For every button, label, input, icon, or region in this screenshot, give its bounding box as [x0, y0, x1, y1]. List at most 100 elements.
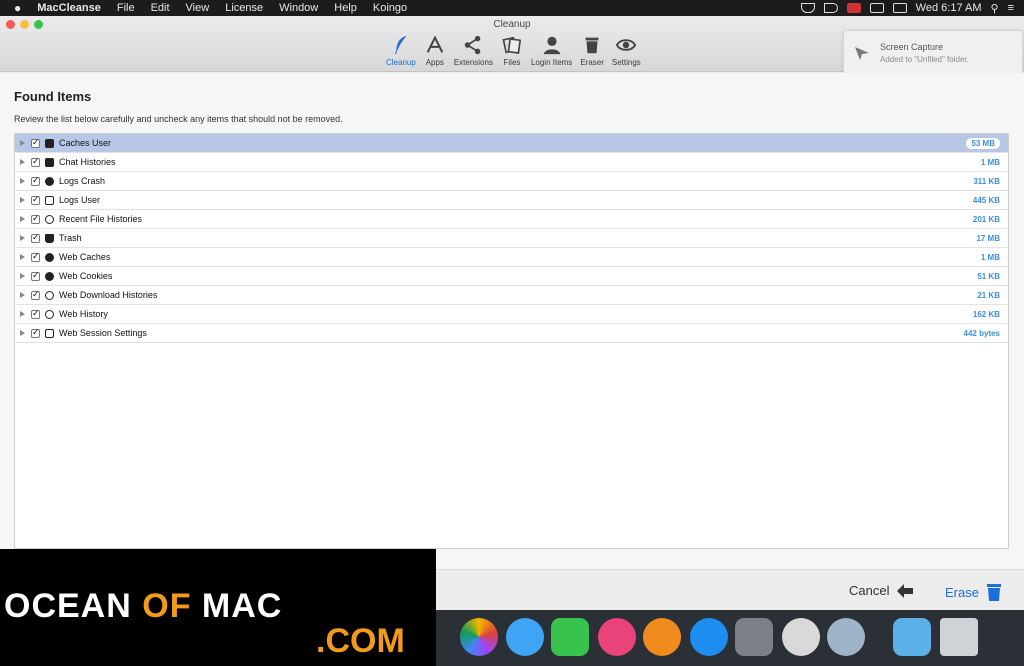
volume-icon[interactable]: [823, 3, 838, 13]
item-size: 17 MB: [976, 233, 1000, 243]
toolbar-files[interactable]: Files: [499, 34, 525, 67]
toolbar-settings[interactable]: Settings: [610, 34, 643, 67]
dock-facetime-icon[interactable]: [551, 618, 589, 656]
eye-icon: [616, 39, 637, 51]
item-checkbox[interactable]: [31, 289, 40, 300]
list-item[interactable]: Logs Crash 311 KB: [15, 172, 1008, 191]
item-name: Chat Histories: [59, 157, 116, 167]
app-window: Cleanup Cleanup Apps Extensions Files Lo…: [0, 16, 1024, 610]
menu-help[interactable]: Help: [326, 2, 365, 14]
disclosure-triangle-icon[interactable]: [20, 159, 25, 165]
disclosure-triangle-icon[interactable]: [20, 178, 25, 184]
flag-icon[interactable]: [846, 3, 861, 13]
disclosure-triangle-icon[interactable]: [20, 197, 25, 203]
toolbar-settings-label: Settings: [611, 58, 641, 67]
menu-app-name[interactable]: MacCleanse: [29, 2, 109, 14]
toolbar-login-items[interactable]: Login Items: [529, 34, 574, 67]
toolbar-files-label: Files: [503, 58, 521, 67]
list-item[interactable]: Recent File Histories 201 KB: [15, 210, 1008, 229]
watermark-line-1: OCEAN OF MAC: [4, 587, 283, 625]
battery-icon[interactable]: [892, 3, 907, 13]
item-name: Caches User: [59, 138, 112, 148]
item-checkbox[interactable]: [31, 327, 40, 338]
toolbar-cleanup-label: Cleanup: [386, 58, 416, 67]
list-item[interactable]: Web Session Settings 442 bytes: [15, 324, 1008, 343]
apple-menu-icon[interactable]: ●: [0, 1, 29, 15]
item-checkbox[interactable]: [31, 156, 40, 167]
toolbar-cleanup[interactable]: Cleanup: [384, 34, 418, 67]
item-name: Web Download Histories: [59, 290, 158, 300]
item-checkbox[interactable]: [31, 213, 40, 224]
item-checkbox[interactable]: [31, 175, 40, 186]
disclosure-triangle-icon[interactable]: [20, 292, 25, 298]
list-item[interactable]: Web History 162 KB: [15, 305, 1008, 324]
info-icon: [45, 271, 54, 281]
item-size: 21 KB: [977, 290, 1000, 300]
item-size: 162 KB: [972, 309, 1000, 319]
item-checkbox[interactable]: [31, 194, 40, 205]
dock-automator-icon[interactable]: [827, 618, 865, 656]
disclosure-triangle-icon[interactable]: [20, 330, 25, 336]
item-name: Web Cookies: [59, 271, 113, 281]
dock-ibooks-icon[interactable]: [643, 618, 681, 656]
erase-button[interactable]: Erase: [945, 583, 1001, 601]
item-size: 445 KB: [972, 195, 1000, 205]
disclosure-triangle-icon[interactable]: [20, 273, 25, 279]
trash-icon: [986, 584, 1001, 601]
menu-license[interactable]: License: [217, 2, 271, 14]
item-checkbox[interactable]: [31, 232, 40, 243]
spotlight-icon[interactable]: ⚲: [991, 2, 999, 15]
dock-trash-icon[interactable]: [940, 618, 978, 656]
dock-app-store-icon[interactable]: [690, 618, 728, 656]
bug-icon: [45, 176, 54, 186]
dock-maccleanse-icon[interactable]: [782, 618, 820, 656]
toolbar-eraser[interactable]: Eraser: [578, 34, 606, 67]
list-item[interactable]: Logs User 445 KB: [15, 191, 1008, 210]
disclosure-triangle-icon[interactable]: [20, 140, 25, 146]
dock-itunes-icon[interactable]: [598, 618, 636, 656]
disclosure-triangle-icon[interactable]: [20, 216, 25, 222]
list-item[interactable]: Web Cookies 51 KB: [15, 267, 1008, 286]
disclosure-triangle-icon[interactable]: [20, 254, 25, 260]
toolbar-apps[interactable]: Apps: [422, 34, 448, 67]
item-checkbox[interactable]: [31, 270, 40, 281]
list-item[interactable]: Caches User 53 MB: [15, 134, 1008, 153]
item-size: 201 KB: [972, 214, 1000, 224]
airplay-icon[interactable]: [869, 3, 884, 13]
item-checkbox[interactable]: [31, 251, 40, 262]
clock-text[interactable]: Wed 6:17 AM: [916, 2, 982, 14]
item-size: 1 MB: [980, 157, 1000, 167]
item-size: 53 MB: [966, 137, 1000, 149]
toolbar-login-items-label: Login Items: [530, 58, 573, 67]
menu-window[interactable]: Window: [271, 2, 326, 14]
files-icon: [502, 36, 522, 54]
toolbar-extensions[interactable]: Extensions: [452, 34, 495, 67]
screen-capture-notification[interactable]: Screen Capture Added to "Unfiled" folder…: [843, 30, 1023, 76]
chat-icon: [45, 157, 54, 167]
dock-photos-icon[interactable]: [460, 618, 498, 656]
disclosure-triangle-icon[interactable]: [20, 311, 25, 317]
menu-koingo[interactable]: Koingo: [365, 2, 415, 14]
history-icon: [45, 214, 54, 224]
item-name: Trash: [59, 233, 82, 243]
list-item[interactable]: Web Caches 1 MB: [15, 248, 1008, 267]
item-name: Web Caches: [59, 252, 111, 262]
notification-center-icon[interactable]: ≡: [1008, 2, 1014, 14]
dock-downloads-icon[interactable]: [893, 618, 931, 656]
cancel-button[interactable]: Cancel: [849, 583, 914, 598]
menu-file[interactable]: File: [109, 2, 143, 14]
dock-messages-icon[interactable]: [506, 618, 544, 656]
item-checkbox[interactable]: [31, 137, 40, 148]
list-item[interactable]: Chat Histories 1 MB: [15, 153, 1008, 172]
menu-edit[interactable]: Edit: [143, 2, 178, 14]
list-item[interactable]: Web Download Histories 21 KB: [15, 286, 1008, 305]
disclosure-triangle-icon[interactable]: [20, 235, 25, 241]
item-name: Logs Crash: [59, 176, 106, 186]
item-checkbox[interactable]: [31, 308, 40, 319]
session-icon: [45, 328, 54, 338]
dock-system-preferences-icon[interactable]: [735, 618, 773, 656]
sketch-tray-icon[interactable]: [800, 3, 815, 13]
menu-view[interactable]: View: [178, 2, 218, 14]
list-item[interactable]: Trash 17 MB: [15, 229, 1008, 248]
globe-icon: [45, 252, 54, 262]
